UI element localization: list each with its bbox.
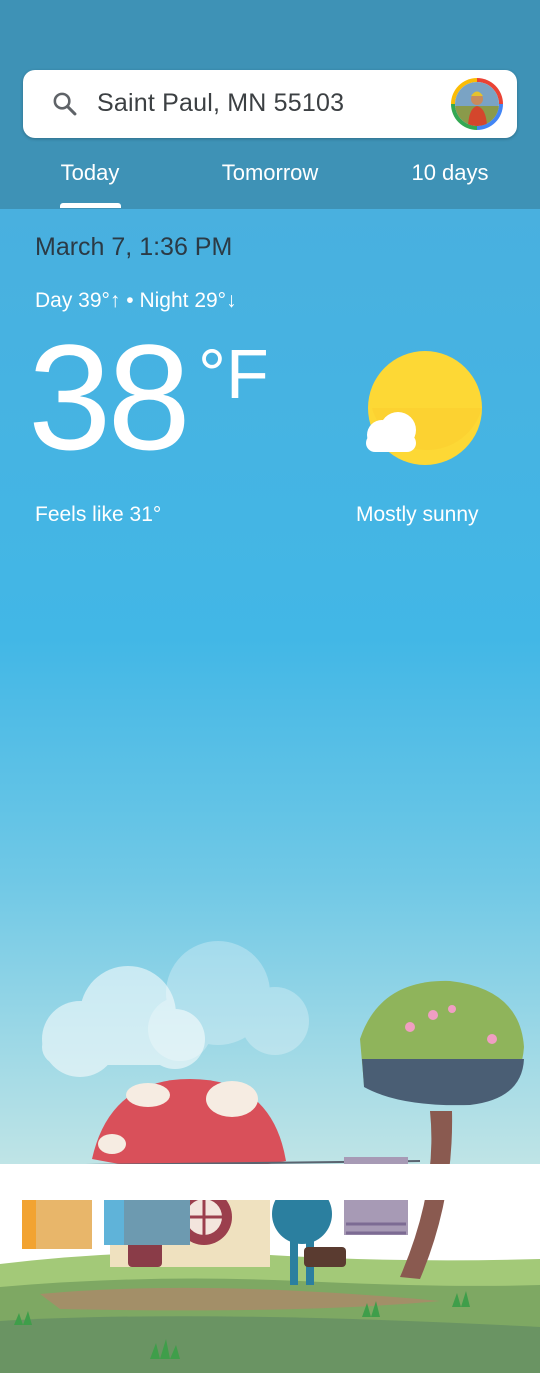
temperature-unit: °F bbox=[198, 335, 269, 413]
avatar[interactable] bbox=[451, 78, 503, 130]
selected-tab-indicator bbox=[60, 203, 121, 208]
tab-today[interactable]: Today bbox=[40, 160, 140, 186]
avatar-photo bbox=[455, 82, 499, 126]
weather-illustration bbox=[0, 941, 540, 1373]
current-temperature: 38 bbox=[28, 313, 191, 481]
search-bar[interactable]: Saint Paul, MN 55103 bbox=[23, 70, 517, 138]
app-header: Saint Paul, MN 55103 Today Tomorrow 10 d… bbox=[0, 0, 540, 209]
search-icon[interactable] bbox=[51, 90, 79, 118]
bottom-bar bbox=[0, 1164, 540, 1200]
location-text[interactable]: Saint Paul, MN 55103 bbox=[97, 89, 344, 118]
weather-condition: Mostly sunny bbox=[356, 503, 479, 526]
mostly-sunny-icon bbox=[366, 351, 482, 465]
day-night-temps: Day 39°↑ • Night 29°↓ bbox=[35, 289, 237, 312]
date-time: March 7, 1:36 PM bbox=[35, 233, 233, 261]
tab-tomorrow[interactable]: Tomorrow bbox=[200, 160, 340, 186]
feels-like: Feels like 31° bbox=[35, 503, 162, 526]
tab-10-days[interactable]: 10 days bbox=[395, 160, 505, 186]
